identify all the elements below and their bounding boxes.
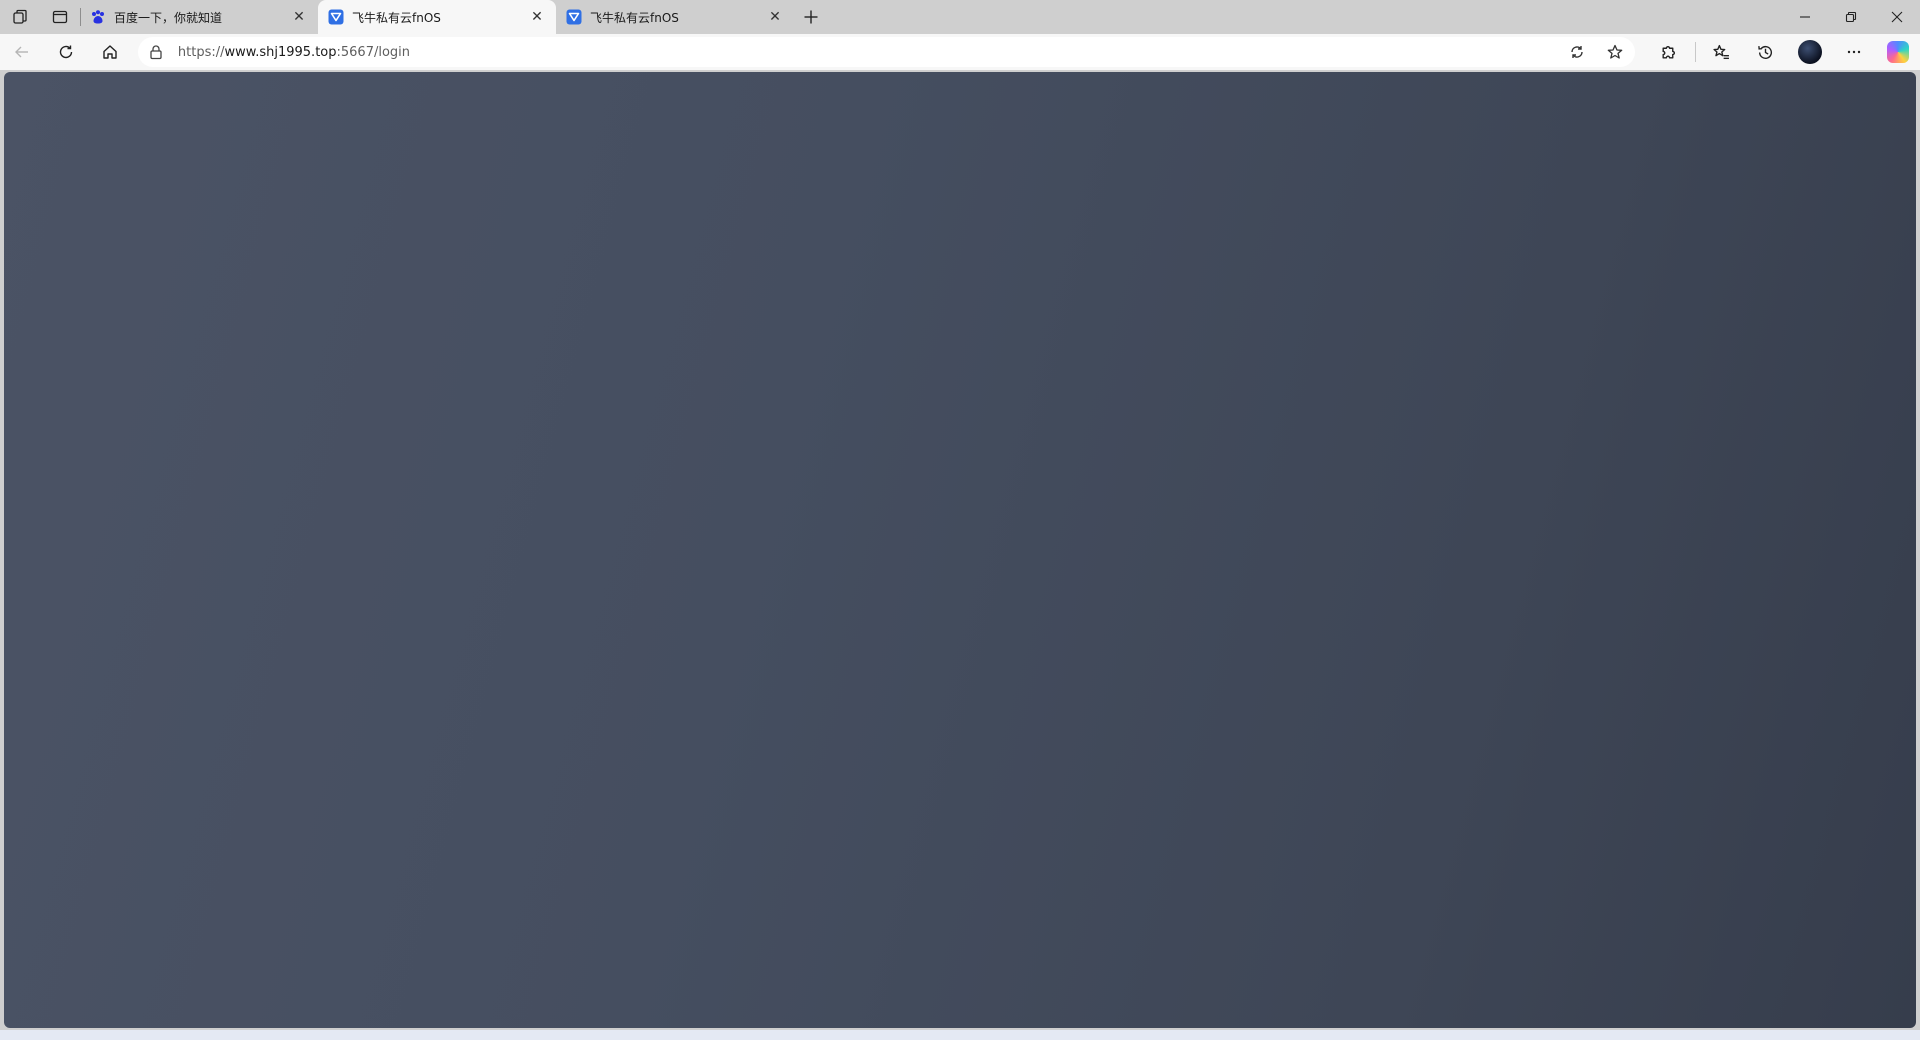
tab-strip: 百度一下，你就知道 ✕ 飞牛私有云fnOS ✕ 飞牛私有云fnOS ✕ [0,0,1920,34]
workspaces-icon [13,9,27,24]
more-horizontal-icon [1847,50,1861,54]
tab-fnos[interactable]: 飞牛私有云fnOS ✕ [556,0,794,34]
toolbar-divider [1694,42,1696,62]
favorites-button[interactable] [1700,34,1744,70]
workspaces-button[interactable] [0,0,40,34]
copilot-button[interactable] [1876,34,1920,70]
tab-separator [80,8,81,26]
tab-baidu[interactable]: 百度一下，你就知道 ✕ [80,0,318,34]
url-path: :5667/login [336,44,411,60]
url-host: www.shj1995.top [224,44,337,60]
tab-close-button[interactable]: ✕ [766,8,784,26]
avatar [1797,40,1822,64]
baidu-paw-icon [92,10,104,24]
restore-button[interactable] [1828,0,1874,34]
browser-toolbar: https://www.shj1995.top:5667/login [0,34,1920,70]
restore-icon [1845,11,1857,23]
refresh-button[interactable] [44,34,88,70]
lock-icon[interactable] [148,44,164,60]
star-icon [1607,44,1623,59]
address-bar-actions [1567,42,1625,62]
toolbar-right [1647,34,1920,70]
url-text[interactable]: https://www.shj1995.top:5667/login [178,45,1567,60]
close-window-button[interactable] [1874,0,1920,34]
app-available-icon [1571,46,1583,58]
page-content-login-background[interactable] [4,72,1916,1028]
minimize-icon [1800,16,1810,18]
tab-actions-button[interactable] [40,0,80,34]
window-controls [1782,0,1920,34]
back-button[interactable] [0,34,44,70]
refresh-icon [59,45,73,59]
taskbar-edge [0,1030,1920,1040]
history-icon [1758,45,1773,59]
home-button[interactable] [88,34,132,70]
tab-fnos-active[interactable]: 飞牛私有云fnOS ✕ [318,0,556,34]
fnos-icon [328,9,344,25]
tab-title: 飞牛私有云fnOS [352,10,441,25]
extensions-button[interactable] [1647,34,1691,70]
favorites-list-icon [1713,44,1730,59]
tab-title: 百度一下，你就知道 [114,10,223,25]
home-icon [103,45,117,59]
history-button[interactable] [1744,34,1788,70]
minimize-button[interactable] [1782,0,1828,34]
close-icon [1891,11,1903,23]
address-bar[interactable]: https://www.shj1995.top:5667/login [137,37,1635,67]
tab-close-button[interactable]: ✕ [528,8,546,26]
app-available-button[interactable] [1567,42,1587,62]
back-arrow-icon [14,46,28,58]
tab-actions-icon [52,10,68,24]
plus-icon [804,10,818,24]
browser-window: 百度一下，你就知道 ✕ 飞牛私有云fnOS ✕ 飞牛私有云fnOS ✕ http… [0,0,1920,1040]
copilot-icon [1886,41,1909,63]
favorite-star-button[interactable] [1605,42,1625,62]
puzzle-icon [1662,45,1676,59]
fnos-icon [566,9,582,25]
tab-close-button[interactable]: ✕ [290,8,308,26]
settings-more-button[interactable] [1832,34,1876,70]
url-scheme: https:// [177,44,225,60]
tab-title: 飞牛私有云fnOS [590,10,679,25]
new-tab-button[interactable] [794,0,828,34]
profile-button[interactable] [1788,34,1832,70]
